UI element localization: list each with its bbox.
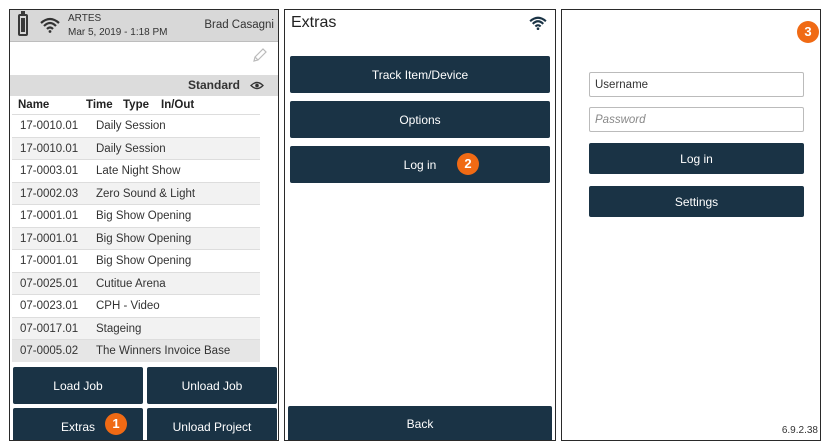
job-name: Big Show Opening [96, 210, 192, 222]
settings-label: Settings [674, 194, 719, 209]
job-number: 17-0001.01 [20, 255, 79, 267]
battery-icon [18, 11, 28, 36]
job-number: 17-0010.01 [20, 142, 79, 155]
options-label: Options [399, 112, 441, 127]
login-button[interactable]: Log in [290, 146, 550, 183]
view-label: Standard [187, 78, 240, 92]
job-number: 17-0001.01 [20, 232, 79, 245]
options-button[interactable]: Options [290, 101, 550, 138]
job-number: 07-0025.01 [20, 277, 79, 290]
username-field[interactable]: Username [589, 72, 804, 97]
track-item-device-button[interactable]: Track Item/Device [290, 56, 550, 93]
unload-project-button[interactable]: Unload Project [147, 408, 277, 440]
job-number: 17-0010.01 [20, 120, 79, 132]
table-row[interactable]: 07-0005.02 The Winners Invoice Base [12, 339, 260, 362]
unload-job-label: Unload Job [181, 378, 243, 393]
job-number: 07-0005.02 [20, 345, 79, 357]
eye-icon[interactable] [250, 81, 264, 90]
job-name: Daily Session [96, 142, 166, 155]
job-number: 07-0017.01 [20, 322, 79, 335]
job-number: 17-0001.01 [20, 210, 79, 222]
job-name: Zero Sound & Light [96, 187, 196, 200]
table-row[interactable]: 07-0017.01 Stageing [12, 316, 260, 339]
job-name: Big Show Opening [96, 232, 192, 245]
version-label: 6.9.2.38 [781, 425, 818, 436]
table-row[interactable]: 17-0010.01 Daily Session [12, 136, 260, 159]
job-list: 17-0010.01 Daily Session 17-0010.01 Daily … [12, 114, 260, 362]
table-row[interactable]: 17-0001.01 Big Show Opening [12, 226, 260, 249]
job-name: Stageing [96, 322, 142, 335]
load-job-button[interactable]: Load Job [13, 367, 143, 404]
column-header-name[interactable]: Name [18, 99, 49, 111]
app-name: ARTES [68, 13, 102, 24]
job-name: CPH - Video [96, 300, 160, 312]
job-name: Daily Session [96, 120, 166, 132]
job-number: 07-0023.01 [20, 300, 79, 312]
job-name: Big Show Opening [96, 255, 192, 267]
load-job-label: Load Job [53, 378, 103, 393]
job-number: 17-0002.03 [20, 187, 79, 200]
login-screen: 3 Username Password Log in Settings 6.9.… [561, 9, 821, 441]
column-header-time[interactable]: Time [86, 99, 113, 111]
user-name: Brad Casagni [204, 19, 274, 31]
status-header: ARTES Mar 5, 2019 - 1:18 PM Brad Casagni [10, 10, 278, 42]
table-row[interactable]: 17-0010.01 Daily Session [12, 114, 260, 137]
page-title: Extras [291, 14, 337, 31]
job-list-screen: ARTES Mar 5, 2019 - 1:18 PM Brad Casagni… [9, 9, 279, 441]
wifi-icon [529, 16, 547, 30]
track-label: Track Item/Device [371, 67, 469, 82]
table-row[interactable]: 07-0023.01 CPH - Video [12, 294, 260, 317]
wifi-icon [40, 17, 60, 33]
job-name: Late Night Show [96, 165, 181, 177]
settings-button[interactable]: Settings [589, 186, 804, 217]
unload-job-button[interactable]: Unload Job [147, 367, 277, 404]
unload-project-label: Unload Project [172, 419, 252, 434]
password-field[interactable]: Password [589, 107, 804, 132]
login-button[interactable]: Log in [589, 143, 804, 174]
datetime: Mar 5, 2019 - 1:18 PM [68, 27, 168, 38]
table-row[interactable]: 17-0003.01 Late Night Show [12, 159, 260, 182]
table-row[interactable]: 07-0025.01 Cutitue Arena [12, 271, 260, 294]
job-name: Cutitue Arena [96, 277, 166, 290]
table-row[interactable]: 17-0001.01 Big Show Opening [12, 204, 260, 227]
step-badge-3: 3 [797, 21, 819, 43]
table-row[interactable]: 17-0002.03 Zero Sound & Light [12, 181, 260, 204]
column-header-in-out[interactable]: In/Out [161, 99, 194, 111]
login-label: Log in [680, 151, 713, 166]
back-button[interactable]: Back [288, 406, 552, 440]
login-label: Log in [403, 157, 437, 172]
extras-screen: Extras Track Item/Device Options Log in … [284, 9, 556, 441]
job-number: 17-0003.01 [20, 165, 79, 177]
table-row[interactable]: 17-0001.01 Big Show Opening [12, 249, 260, 272]
job-name: The Winners Invoice Base [96, 345, 231, 357]
view-selector[interactable]: Standard [10, 75, 278, 96]
back-label: Back [406, 417, 434, 431]
edit-pencil-icon[interactable] [252, 47, 268, 63]
column-header-type[interactable]: Type [123, 99, 149, 111]
step-badge-1: 1 [105, 413, 127, 435]
step-badge-2: 2 [457, 153, 479, 175]
